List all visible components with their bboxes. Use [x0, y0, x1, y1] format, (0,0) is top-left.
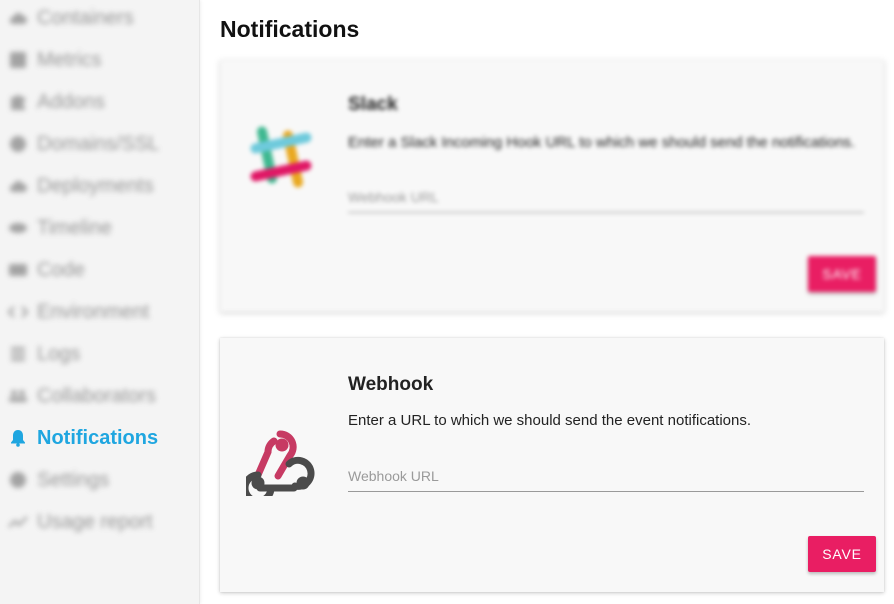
slack-title: Slack	[348, 94, 398, 115]
webhook-save-button[interactable]: SAVE	[808, 536, 876, 572]
sidebar-item-deployments[interactable]: Deployments	[8, 171, 154, 201]
slack-save-button[interactable]: SAVE	[808, 256, 876, 292]
sidebar-item-label: Deployments	[37, 174, 154, 197]
page-title: Notifications	[220, 16, 360, 42]
sidebar-item-label: Metrics	[37, 48, 102, 71]
webhook-description: Enter a URL to which we should send the …	[348, 412, 752, 429]
sidebar-item-label: Environment	[37, 300, 150, 323]
trending-icon	[8, 512, 28, 532]
sidebar-item-label: Timeline	[37, 216, 112, 239]
slack-description: Enter a Slack Incoming Hook URL to which…	[348, 134, 856, 151]
sidebar-item-environment[interactable]: Environment	[8, 297, 149, 327]
code-arrows-icon	[8, 302, 28, 322]
webhook-title: Webhook	[348, 374, 434, 395]
gear-icon	[8, 470, 28, 490]
sidebar-item-code[interactable]: Code	[8, 255, 85, 285]
metrics-icon	[8, 50, 28, 70]
sidebar-item-label: Code	[37, 258, 85, 281]
webhook-url-input[interactable]	[348, 460, 864, 492]
sidebar: Containers Metrics Addons Domains/SSL De…	[0, 0, 200, 604]
cloud-upload-icon	[8, 176, 28, 196]
sidebar-item-containers[interactable]: Containers	[8, 3, 134, 33]
eye-icon	[8, 218, 28, 238]
sidebar-item-addons[interactable]: Addons	[8, 87, 105, 117]
bell-icon	[8, 428, 28, 448]
sidebar-item-metrics[interactable]: Metrics	[8, 45, 101, 75]
list-icon	[8, 344, 28, 364]
cloud-icon	[8, 8, 28, 28]
webhook-logo-icon	[241, 428, 320, 505]
sidebar-item-label: Domains/SSL	[37, 132, 160, 155]
globe-icon	[8, 134, 28, 154]
slack-card: Slack Enter a Slack Incoming Hook URL to…	[220, 60, 884, 312]
sidebar-item-label: Logs	[37, 342, 81, 365]
sidebar-item-usage-report[interactable]: Usage report	[8, 507, 153, 537]
sidebar-item-label: Addons	[37, 90, 105, 113]
sidebar-item-logs[interactable]: Logs	[8, 339, 80, 369]
sidebar-item-label: Usage report	[37, 510, 153, 533]
webhook-card: Webhook Enter a URL to which we should s…	[220, 338, 884, 592]
sidebar-item-label: Settings	[37, 468, 110, 491]
puzzle-icon	[8, 92, 28, 112]
slack-logo-icon	[240, 116, 322, 198]
sidebar-item-label: Notifications	[37, 426, 159, 449]
sidebar-item-notifications[interactable]: Notifications	[8, 423, 158, 453]
sidebar-item-domains[interactable]: Domains/SSL	[8, 129, 159, 159]
sidebar-item-collaborators[interactable]: Collaborators	[8, 381, 156, 411]
sidebar-item-timeline[interactable]: Timeline	[8, 213, 112, 243]
sidebar-item-label: Collaborators	[37, 384, 156, 407]
people-icon	[8, 386, 28, 406]
sidebar-item-label: Containers	[37, 6, 134, 29]
slack-webhook-url-input[interactable]	[348, 181, 864, 213]
code-icon	[8, 260, 28, 280]
sidebar-item-settings[interactable]: Settings	[8, 465, 109, 495]
